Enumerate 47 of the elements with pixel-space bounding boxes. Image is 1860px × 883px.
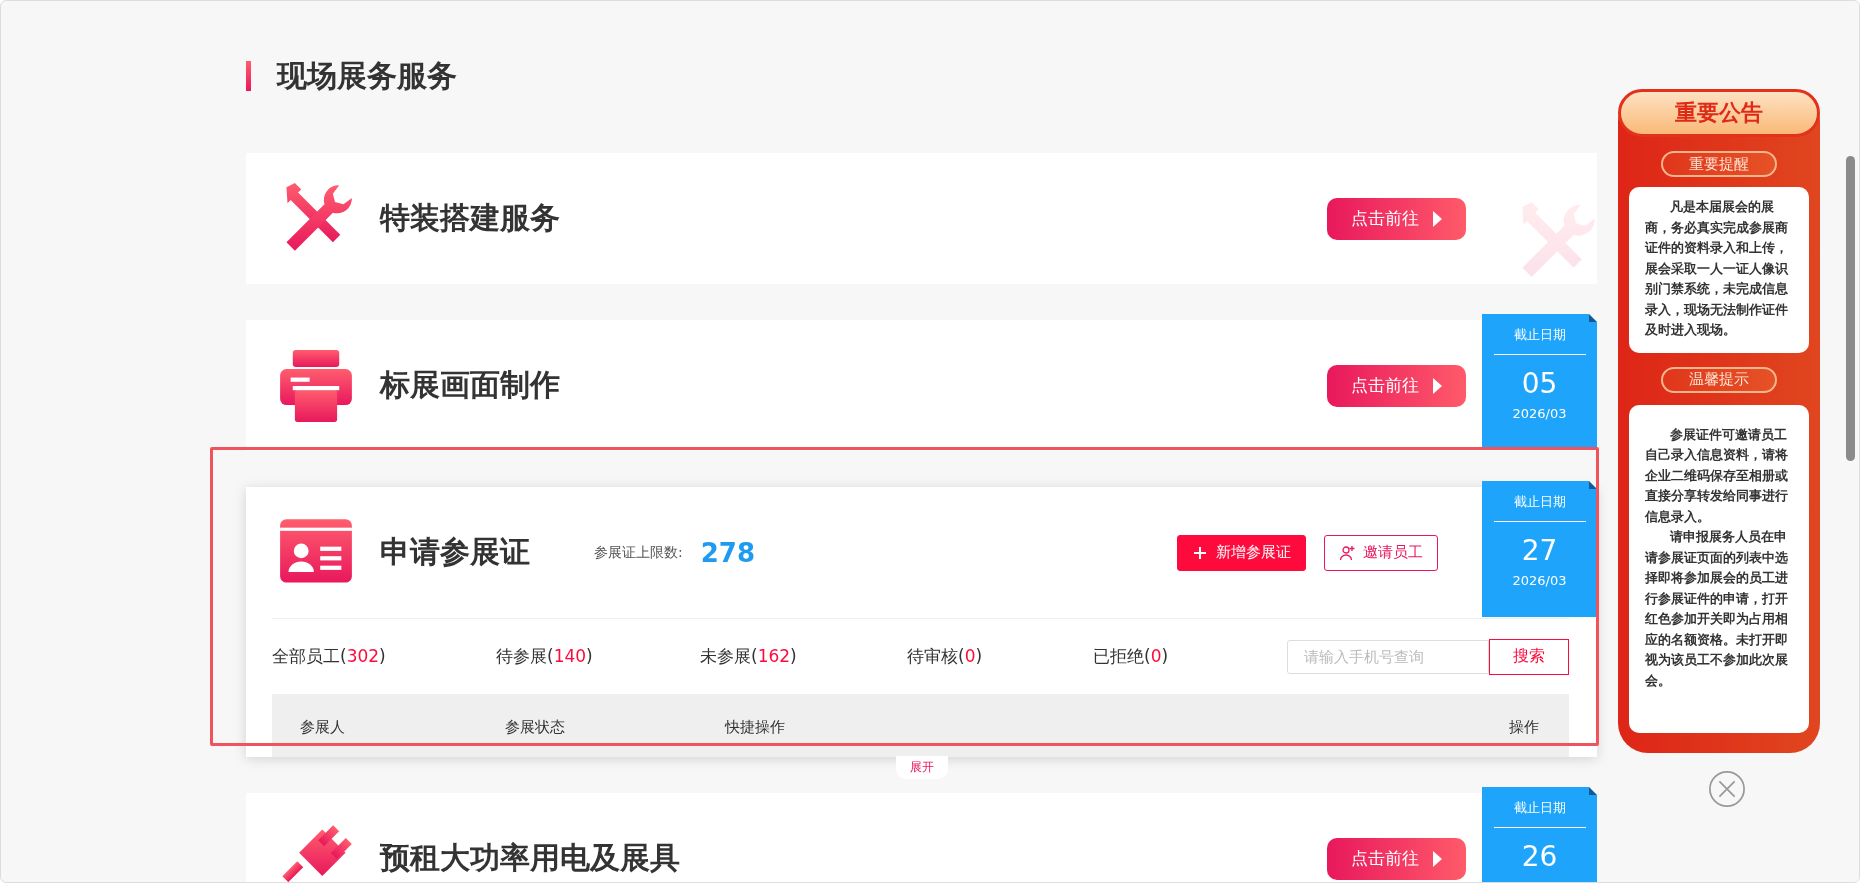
close-icon[interactable] bbox=[1708, 770, 1746, 808]
accent-bar bbox=[246, 61, 251, 91]
status-tab[interactable]: 待审核(0) bbox=[907, 645, 1093, 668]
notice-heading: 温馨提示 bbox=[1661, 366, 1777, 393]
column-header: 参展状态 bbox=[505, 718, 566, 737]
column-header: 操作 bbox=[1509, 718, 1539, 737]
service-title: 标展画面制作 bbox=[380, 366, 560, 404]
limit-label: 参展证上限数: bbox=[594, 543, 683, 562]
expand-toggle[interactable]: 展开 bbox=[895, 756, 948, 779]
deadline-month: 2026/03 bbox=[1512, 406, 1567, 421]
deadline-month: 2026/03 bbox=[1512, 573, 1567, 588]
column-header: 参展人 bbox=[300, 718, 346, 737]
corner-fold bbox=[1589, 481, 1597, 489]
invite-button[interactable]: 邀请员工 bbox=[1324, 534, 1438, 571]
corner-fold bbox=[1589, 787, 1597, 795]
status-tab[interactable]: 已拒绝(0) bbox=[1093, 645, 1169, 668]
notice-text: 凡是本届展会的展商，务必真实完成参展商证件的资料录入和上传，展会采取一人一证人像识别门禁系统，未完成信息录入，现场无法制作证件及时进入现场。 bbox=[1645, 198, 1789, 339]
search-button[interactable]: 搜索 bbox=[1489, 638, 1569, 675]
notice-text: 请申报展务人员在申请参展证页面的列表中选择即将参加展会的员工进行参展证件的申请，打开红色参加开关即为占用相应的名额资格。未打开即视为该员工不参加此次展会。 bbox=[1645, 528, 1789, 690]
deadline-day: 27 bbox=[1521, 534, 1558, 567]
status-tab[interactable]: 待参展(140) bbox=[496, 645, 700, 668]
status-tab[interactable]: 未参展(162) bbox=[700, 645, 907, 668]
add-user-icon bbox=[1339, 544, 1355, 561]
deadline-label: 截止日期 bbox=[1493, 493, 1586, 522]
deadline-label: 截止日期 bbox=[1493, 799, 1586, 828]
add-pass-button[interactable]: 新增参展证 bbox=[1177, 534, 1306, 571]
deadline-day: 05 bbox=[1521, 367, 1558, 400]
section-title: 现场展务服务 bbox=[277, 56, 457, 95]
notice-text: 参展证件可邀请员工自己录入信息资料，请将企业二维码保存至相册或直接分享转发给同事进行信息录入。 bbox=[1645, 425, 1789, 526]
status-tab[interactable]: 全部员工(302) bbox=[272, 645, 496, 668]
corner-fold bbox=[1589, 314, 1597, 322]
limit-count: 278 bbox=[700, 537, 755, 568]
notice-heading: 重要提醒 bbox=[1661, 151, 1777, 177]
plus-icon bbox=[1192, 544, 1208, 561]
service-title: 预租大功率用电及展具 bbox=[380, 839, 680, 877]
go-button[interactable]: 点击前往 bbox=[1327, 364, 1466, 407]
printer-icon bbox=[278, 347, 354, 424]
phone-search-field[interactable]: 请输入手机号查询 bbox=[1287, 639, 1489, 674]
service-title: 特装搭建服务 bbox=[380, 199, 560, 237]
notice-title: 重要公告 bbox=[1618, 89, 1820, 137]
go-button[interactable]: 点击前往 bbox=[1327, 837, 1466, 880]
scrollbar-thumb[interactable] bbox=[1846, 156, 1855, 461]
column-header: 快捷操作 bbox=[725, 718, 786, 737]
deadline-day: 26 bbox=[1521, 840, 1558, 873]
go-button[interactable]: 点击前往 bbox=[1327, 197, 1466, 240]
deadline-label: 截止日期 bbox=[1493, 326, 1586, 355]
service-title: 申请参展证 bbox=[380, 533, 530, 571]
